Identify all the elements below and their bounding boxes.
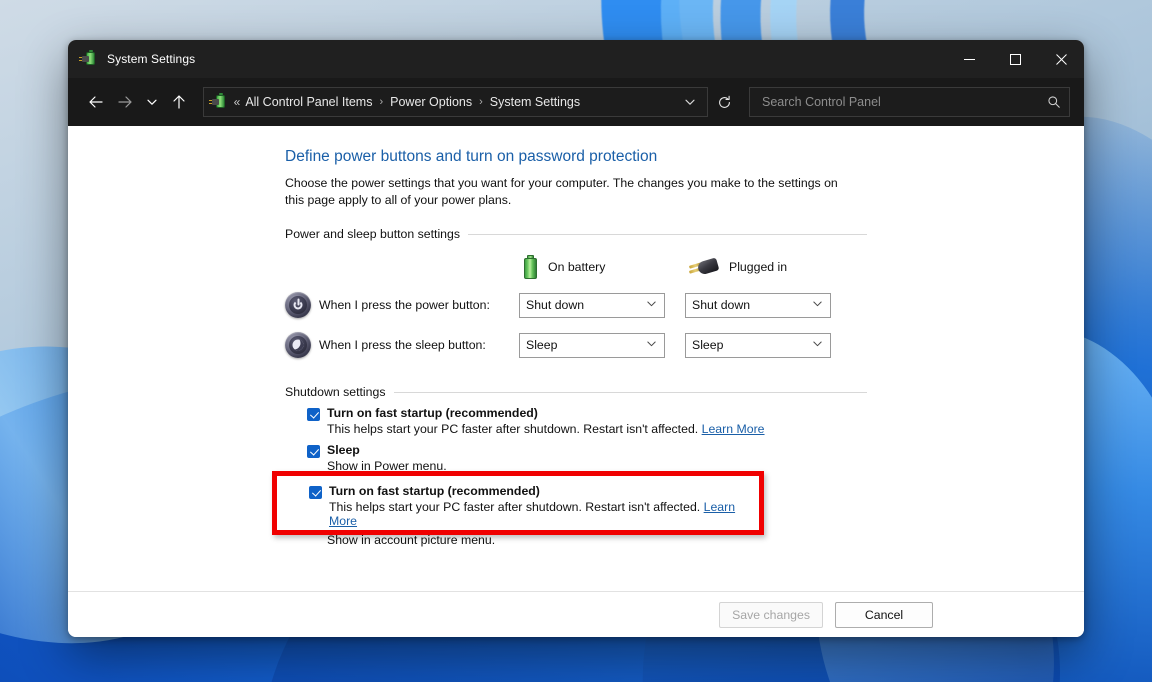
search-box[interactable] [748,87,1070,117]
checkbox-sleep[interactable] [307,445,320,458]
close-icon[interactable] [1038,40,1084,78]
sleep-moon-icon [285,332,311,358]
battery-icon [523,255,538,279]
back-arrow-icon[interactable] [82,87,110,117]
fast-startup-desc-text: This helps start your PC faster after sh… [327,422,699,436]
power-options-icon [79,50,98,67]
recent-locations-chevron-down-icon[interactable] [141,87,163,117]
navigation-toolbar: « All Control Panel Items › Power Option… [68,78,1084,126]
learn-more-link[interactable]: Learn More [702,422,765,436]
breadcrumb-item-all-control-panel-items[interactable]: All Control Panel Items [245,95,372,109]
address-chevron-down-icon[interactable] [679,89,701,115]
search-icon[interactable] [1047,95,1061,109]
power-button-plugged-in-select[interactable]: Shut down [685,292,831,318]
power-group-legend-label: Power and sleep button settings [285,227,461,241]
checkbox-fast-startup[interactable] [307,408,320,421]
checkbox-label-sleep: Sleep [327,443,360,457]
minimize-icon[interactable] [946,40,992,78]
breadcrumb-separator: › [379,96,384,108]
dialog-footer: Save changes Cancel [68,591,1084,637]
breadcrumb-item-system-settings[interactable]: System Settings [490,95,580,109]
checkbox-desc-fast-startup: This helps start your PC faster after sh… [327,422,867,436]
forward-arrow-icon[interactable] [112,87,140,117]
sleep-button-plugged-in-wrap: Sleep [685,332,831,358]
cancel-button[interactable]: Cancel [835,601,933,628]
row-label-power-button: When I press the power button: [319,298,490,312]
checkbox-desc-lock: Show in account picture menu. [327,533,496,547]
group-divider [393,391,867,393]
checkbox-label-fast-startup: Turn on fast startup (recommended) [327,406,538,420]
group-legend: Power and sleep button settings [285,227,867,241]
power-button-on-battery-wrap: Shut down [519,292,665,318]
breadcrumb-item-power-options[interactable]: Power Options [390,95,472,109]
power-options-icon [208,93,228,110]
column-plugged-in: Plugged in [688,256,788,278]
up-arrow-icon[interactable] [165,87,193,117]
page-title: Define power buttons and turn on passwor… [285,148,658,165]
checkbox-item-sleep[interactable]: Sleep Show in Power menu. [307,443,867,473]
fast-startup-desc-text-highlighted: This helps start your PC faster after sh… [329,500,701,514]
power-button-on-battery-select[interactable]: Shut down [519,292,665,318]
maximize-icon[interactable] [992,40,1038,78]
checkbox-item-fast-startup[interactable]: Turn on fast startup (recommended) This … [307,406,867,436]
group-divider [468,233,867,235]
title-bar: System Settings [68,40,1084,78]
power-button-plugged-in-wrap: Shut down [685,292,831,318]
power-plug-icon [688,256,720,278]
page-header: Define power buttons and turn on passwor… [68,126,1084,209]
shutdown-group-legend-label: Shutdown settings [285,385,386,399]
sleep-button-on-battery-select[interactable]: Sleep [519,332,665,358]
column-label-on-battery: On battery [548,260,606,274]
breadcrumb-overflow[interactable]: « [234,95,241,109]
column-label-plugged-in: Plugged in [729,260,788,274]
sleep-button-on-battery-wrap: Sleep [519,332,665,358]
setting-row-power-button: When I press the power button: Shut down… [285,291,867,319]
search-input[interactable] [759,94,1047,110]
row-label-sleep-button: When I press the sleep button: [319,338,486,352]
save-changes-button[interactable]: Save changes [719,601,823,628]
refresh-icon[interactable] [710,87,739,117]
setting-row-sleep-button: When I press the sleep button: Sleep Sle… [285,331,867,359]
window-controls [946,40,1084,78]
group-legend: Shutdown settings [285,385,867,399]
address-bar[interactable]: « All Control Panel Items › Power Option… [202,87,708,117]
checkbox-desc-fast-startup-highlighted: This helps start your PC faster after sh… [329,500,759,528]
page-description: Choose the power settings that you want … [285,176,838,207]
window-title: System Settings [107,52,196,66]
checkbox-label-fast-startup-highlighted: Turn on fast startup (recommended) [329,484,540,498]
breadcrumb-separator: › [479,96,483,108]
highlight-annotation-box: Turn on fast startup (recommended) This … [272,471,764,535]
system-settings-window: System Settings « All Control Panel Item… [68,40,1084,637]
column-headers: On battery Plugged in [285,255,867,279]
power-button-icon [285,292,311,318]
checkbox-fast-startup-highlighted[interactable] [309,486,322,499]
column-on-battery: On battery [523,255,689,279]
page-content: Define power buttons and turn on passwor… [68,126,1084,591]
power-and-sleep-group: Power and sleep button settings On batte… [285,227,867,359]
sleep-button-plugged-in-select[interactable]: Sleep [685,332,831,358]
